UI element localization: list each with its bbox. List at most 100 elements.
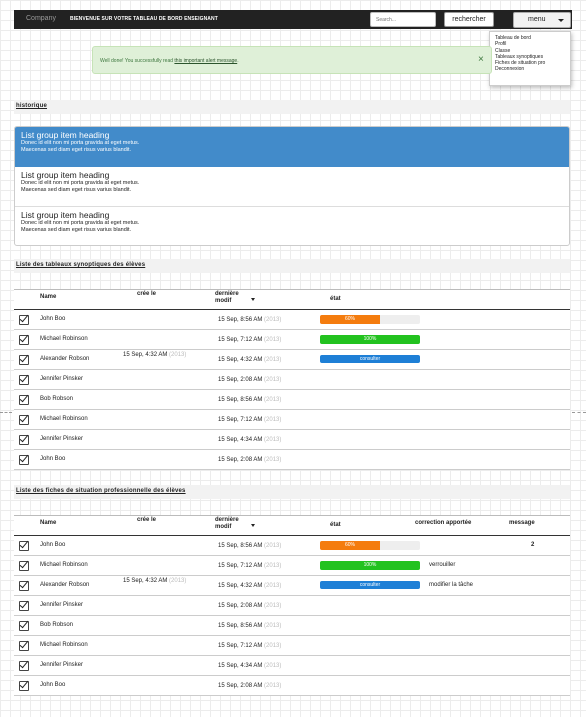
list-item-heading: List group item heading xyxy=(21,130,110,140)
table-row[interactable]: Jennifer Pinsker 15 Sep, 2:08 AM (2013) xyxy=(14,370,570,390)
row-modified-date: 15 Sep, 8:56 AM (2013) xyxy=(218,397,281,403)
row-correction[interactable]: verrouiller xyxy=(429,562,455,568)
list-item-text: Donec id elit non mi porta gravida at eg… xyxy=(21,180,140,186)
brand-logo[interactable]: Company xyxy=(26,15,56,22)
row-date-text: 15 Sep, 7:12 AM xyxy=(218,643,263,649)
row-modified-date: 15 Sep, 4:34 AM (2013) xyxy=(218,437,281,443)
row-message-count: 2 xyxy=(531,542,535,548)
column-state-header[interactable]: état xyxy=(330,522,341,529)
list-item[interactable]: List group item heading Donec id elit no… xyxy=(15,207,569,245)
fiches-header: Liste des fiches de situation profession… xyxy=(14,485,570,499)
guide-line xyxy=(572,412,586,413)
row-modified-date: 15 Sep, 8:56 AM (2013) xyxy=(218,623,281,629)
close-icon[interactable]: × xyxy=(478,54,484,65)
row-checkbox[interactable] xyxy=(19,372,29,385)
row-modified-date: 15 Sep, 4:32 AM (2013) xyxy=(218,583,281,589)
row-date-text: 15 Sep, 4:34 AM xyxy=(218,663,263,669)
table-row[interactable]: Michael Robinson 15 Sep, 7:12 AM (2013) xyxy=(14,410,570,430)
sort-down-icon[interactable] xyxy=(251,298,255,301)
row-checkbox[interactable] xyxy=(19,538,29,551)
table-row[interactable]: Jennifer Pinsker 15 Sep, 4:34 AM (2013) xyxy=(14,656,570,676)
row-checkbox[interactable] xyxy=(19,432,29,445)
table-row[interactable]: Jennifer Pinsker 15 Sep, 4:34 AM (2013) xyxy=(14,430,570,450)
row-checkbox[interactable] xyxy=(19,678,29,691)
row-checkbox[interactable] xyxy=(19,392,29,405)
table-row[interactable]: John Boo 15 Sep, 8:56 AM (2013) 60% 2 xyxy=(14,536,570,556)
table-row[interactable]: Alexander Robson 15 Sep, 4:32 AM (2013) co… xyxy=(14,350,570,370)
list-item[interactable]: List group item heading Donec id elit no… xyxy=(15,127,569,167)
table-row[interactable]: Jennifer Pinsker 15 Sep, 2:08 AM (2013) xyxy=(14,596,570,616)
row-correction[interactable]: modifier la tâche xyxy=(429,582,473,588)
consult-button[interactable]: consulter xyxy=(320,355,420,363)
list-item[interactable]: List group item heading Donec id elit no… xyxy=(15,167,569,207)
row-year: (2013) xyxy=(264,317,282,323)
table-row[interactable]: John Boo 15 Sep, 2:08 AM (2013) xyxy=(14,450,570,470)
row-checkbox[interactable] xyxy=(19,638,29,651)
checkmark-icon xyxy=(19,332,29,343)
column-created-header[interactable]: crée le xyxy=(137,517,157,524)
row-checkbox[interactable] xyxy=(19,598,29,611)
row-name: Michael Robinson xyxy=(40,642,88,648)
row-date-text: 15 Sep, 4:32 AM xyxy=(218,357,263,363)
column-modified-header[interactable]: dernière modif xyxy=(215,517,249,531)
row-name: Alexander Robson xyxy=(40,582,90,588)
row-checkbox[interactable] xyxy=(19,332,29,345)
consult-button[interactable]: consulter xyxy=(320,581,420,589)
list-item-text: Maecenas sed diam eget risus varius blan… xyxy=(21,187,132,193)
row-date-text: 15 Sep, 2:08 AM xyxy=(218,683,263,689)
row-checkbox[interactable] xyxy=(19,658,29,671)
row-date-text: 15 Sep, 7:12 AM xyxy=(218,417,263,423)
checkmark-icon xyxy=(19,578,29,589)
checkmark-icon xyxy=(19,432,29,443)
row-checkbox[interactable] xyxy=(19,352,29,365)
row-year: (2013) xyxy=(264,543,282,549)
created-date-text: 15 Sep, 4:32 AM xyxy=(123,352,168,358)
sort-down-icon[interactable] xyxy=(251,524,255,527)
column-modified-header[interactable]: dernière modif xyxy=(215,291,249,305)
row-checkbox[interactable] xyxy=(19,412,29,425)
column-state-header[interactable]: état xyxy=(330,296,341,303)
column-name-header[interactable]: Name xyxy=(40,294,56,301)
menu-dropdown: Tableau de bord Profil Classe Tableaux s… xyxy=(489,31,571,86)
menu-item-deconnexion[interactable]: Deconnexion xyxy=(495,66,570,72)
table-row[interactable]: John Boo 15 Sep, 8:56 AM (2013) 60% xyxy=(14,310,570,330)
column-correction-header[interactable]: correction apportée xyxy=(415,520,471,527)
row-checkbox[interactable] xyxy=(19,578,29,591)
alert-prefix: Well done! You successfully read xyxy=(100,58,175,64)
row-checkbox[interactable] xyxy=(19,312,29,325)
table-row[interactable]: Michael Robinson 15 Sep, 7:12 AM (2013) 10… xyxy=(14,556,570,576)
alert-link[interactable]: this important alert message xyxy=(174,58,237,64)
menu-button[interactable]: menu xyxy=(513,12,571,28)
column-name-header[interactable]: Name xyxy=(40,520,56,527)
row-checkbox[interactable] xyxy=(19,618,29,631)
table-row[interactable]: Bob Robson 15 Sep, 8:56 AM (2013) xyxy=(14,390,570,410)
row-year: (2013) xyxy=(264,397,282,403)
row-checkbox[interactable] xyxy=(19,452,29,465)
search-input[interactable] xyxy=(370,12,436,27)
checkmark-icon xyxy=(19,598,29,609)
row-modified-date: 15 Sep, 2:08 AM (2013) xyxy=(218,457,281,463)
column-message-header[interactable]: message xyxy=(509,520,535,527)
search-button[interactable]: rechercher xyxy=(444,12,494,27)
created-date-text: 15 Sep, 4:32 AM xyxy=(123,578,168,584)
row-checkbox[interactable] xyxy=(19,558,29,571)
table-header-row: Name crée le dernière modif état correction … xyxy=(14,516,570,536)
row-year: (2013) xyxy=(264,623,282,629)
table-row[interactable]: John Boo 15 Sep, 2:08 AM (2013) xyxy=(14,676,570,696)
synoptiques-table: Name crée le dernière modif état John Boo 15 … xyxy=(14,289,570,470)
table-row[interactable]: Michael Robinson 15 Sep, 7:12 AM (2013) xyxy=(14,636,570,656)
checkmark-icon xyxy=(19,352,29,363)
welcome-text: BIENVENUE SUR VOTRE TABLEAU DE BORD ENSE… xyxy=(70,16,218,22)
row-year: (2013) xyxy=(264,457,282,463)
checkmark-icon xyxy=(19,452,29,463)
table-row[interactable]: Michael Robinson 15 Sep, 7:12 AM (2013) 10… xyxy=(14,330,570,350)
table-row[interactable]: Alexander Robson 15 Sep, 4:32 AM (2013) co… xyxy=(14,576,570,596)
column-created-header[interactable]: crée le xyxy=(137,291,157,298)
checkmark-icon xyxy=(19,638,29,649)
historique-header: historique xyxy=(14,100,570,114)
row-year: (2013) xyxy=(264,437,282,443)
row-date-text: 15 Sep, 7:12 AM xyxy=(218,563,263,569)
table-row[interactable]: Bob Robson 15 Sep, 8:56 AM (2013) xyxy=(14,616,570,636)
row-modified-date: 15 Sep, 8:56 AM (2013) xyxy=(218,543,281,549)
progress-bar: 60% xyxy=(320,541,420,550)
